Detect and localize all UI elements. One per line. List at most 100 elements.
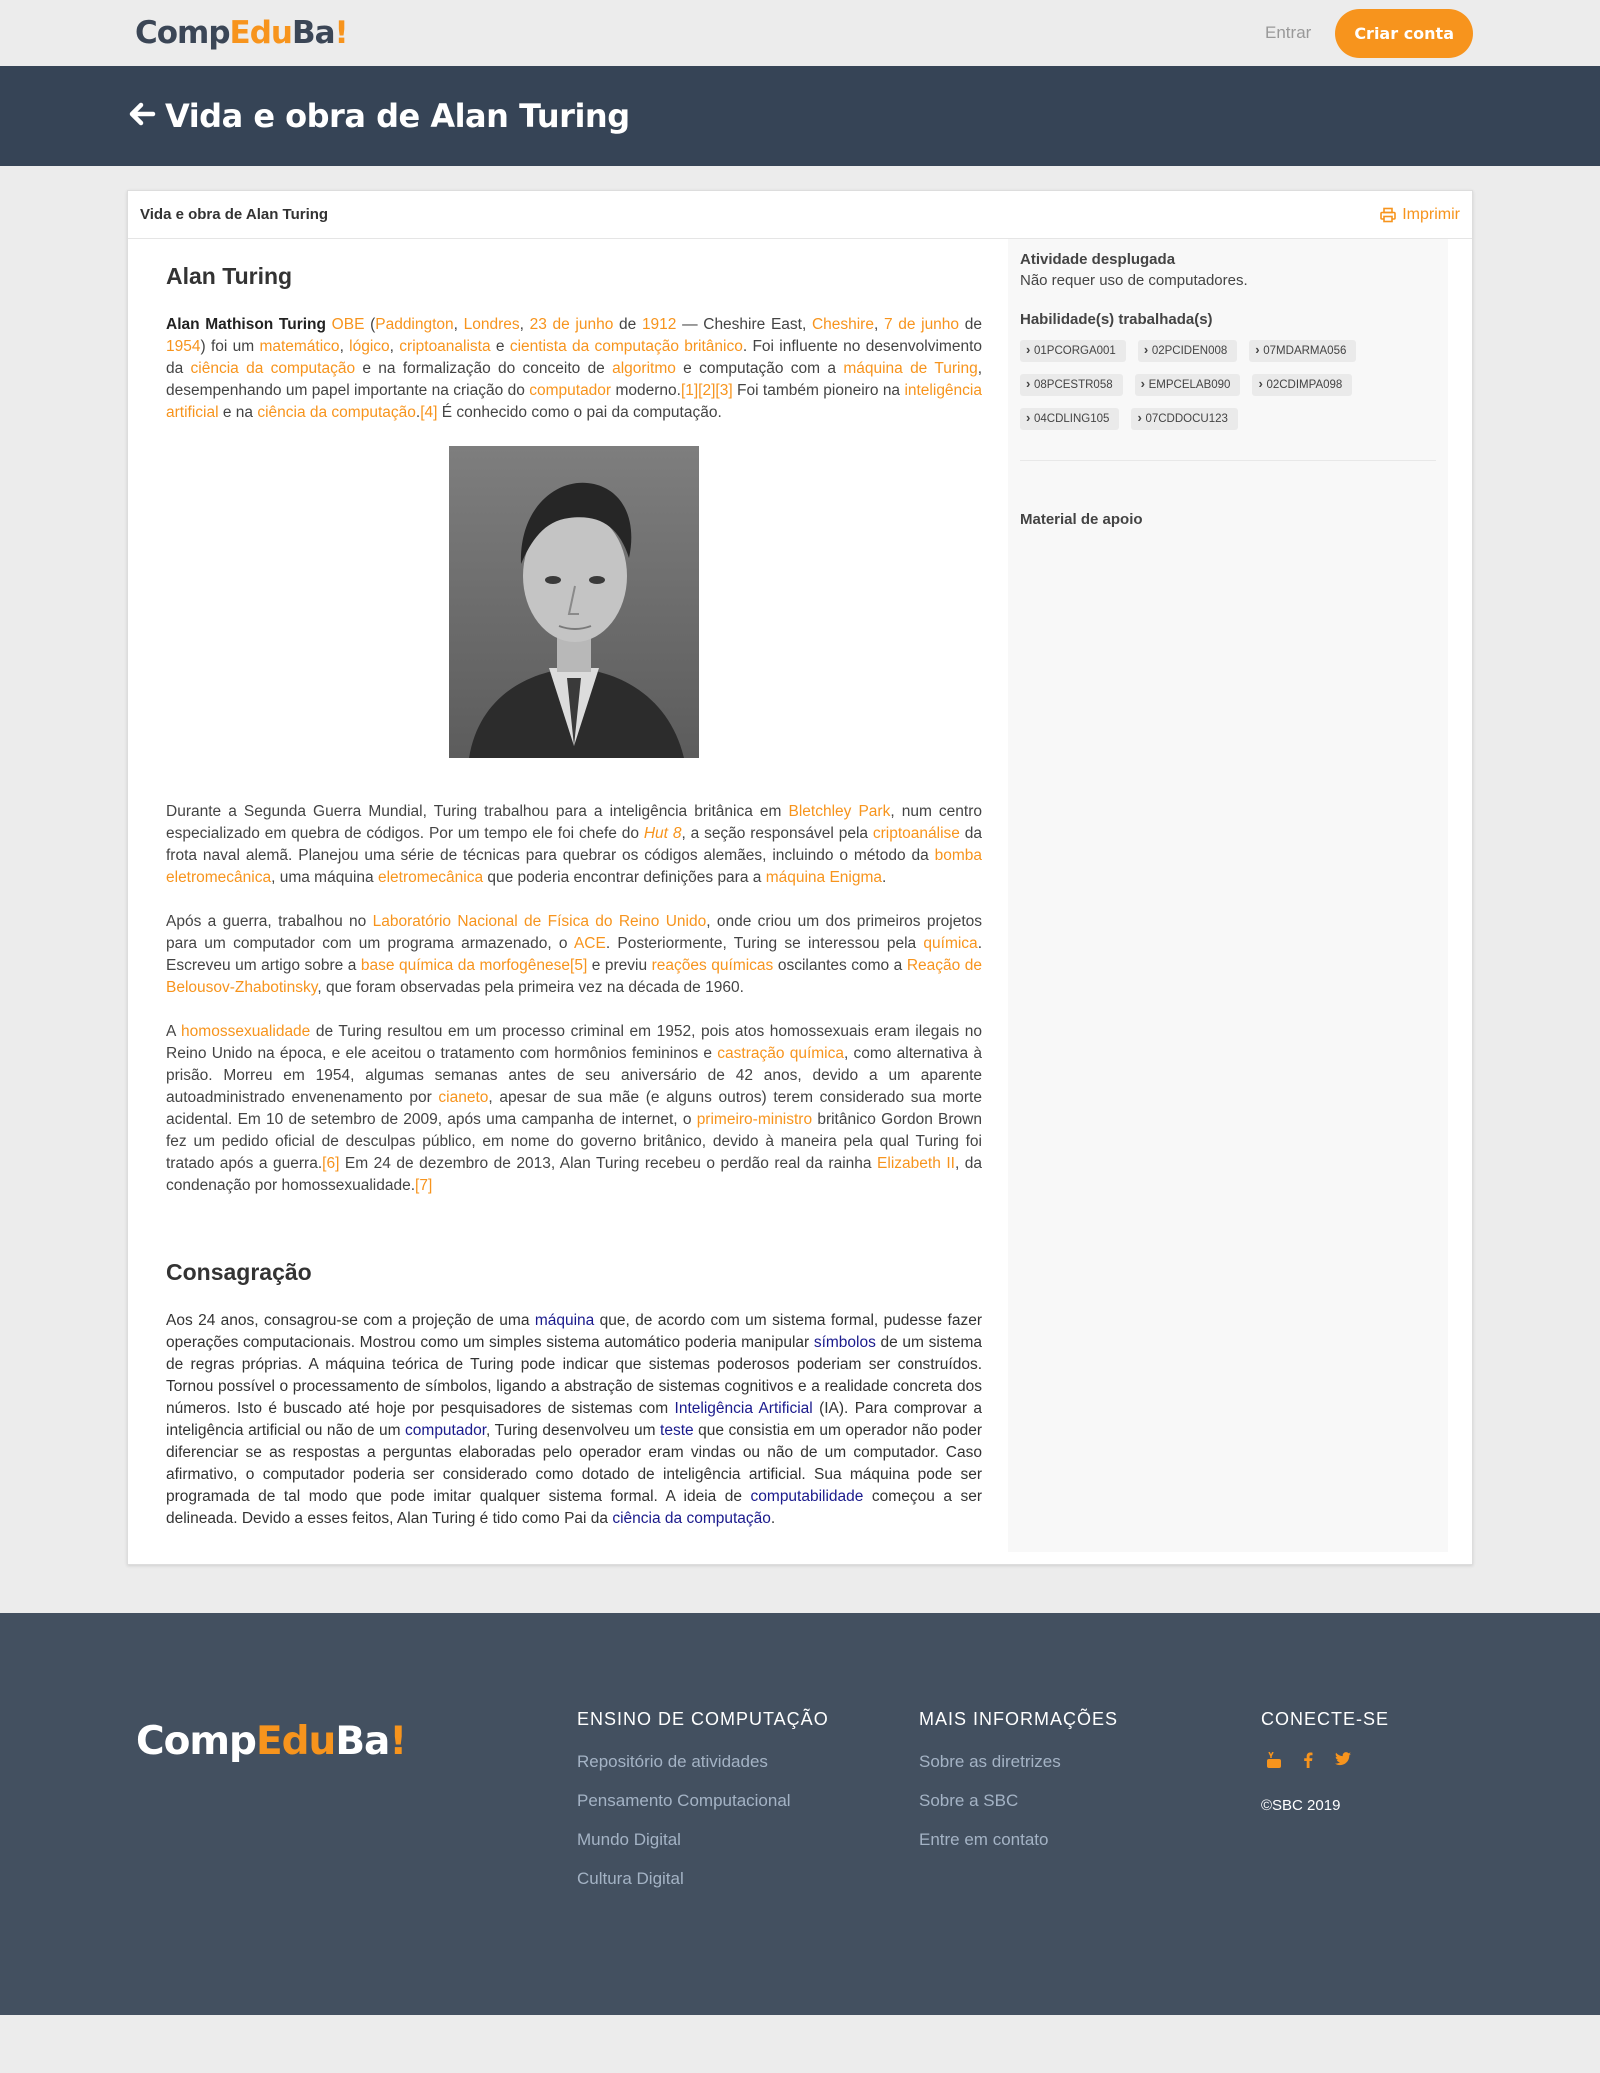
inline-link[interactable]: homossexualidade — [181, 1023, 310, 1040]
text-run: , a seção responsável pela — [681, 825, 873, 842]
inline-link[interactable]: OBE — [332, 316, 365, 333]
logo-part: Edu — [255, 1719, 336, 1764]
inline-link[interactable]: ciência da computação — [191, 360, 356, 377]
inline-link[interactable]: máquina — [535, 1312, 594, 1329]
back-button[interactable] — [127, 99, 157, 134]
skill-tag[interactable]: 04CDLING105 — [1020, 408, 1120, 430]
skill-tag[interactable]: 07MDARMA056 — [1249, 340, 1357, 362]
logo-part: ! — [389, 1719, 407, 1764]
inline-link[interactable]: ciência da computação — [257, 404, 416, 421]
text-run: — Cheshire East, — [676, 316, 812, 333]
inline-link[interactable]: ciência da computação — [612, 1510, 771, 1527]
inline-link[interactable]: matemático — [259, 338, 339, 355]
page-title: Vida e obra de Alan Turing — [165, 97, 630, 135]
inline-link[interactable]: 1954 — [166, 338, 200, 355]
inline-link[interactable]: Bletchley Park — [788, 803, 890, 820]
top-navbar: CompEduBa! Entrar Criar conta — [0, 0, 1600, 66]
inline-link[interactable]: criptoanalista — [399, 338, 490, 355]
footer-link[interactable]: Cultura Digital — [577, 1869, 919, 1889]
text-run: , — [339, 338, 350, 355]
portrait-figure — [166, 446, 982, 763]
signup-button[interactable]: Criar conta — [1335, 8, 1473, 58]
print-button[interactable]: Imprimir — [1380, 206, 1460, 224]
inline-link[interactable]: [5] — [570, 957, 587, 974]
text-run: ( — [364, 316, 376, 333]
skill-tag[interactable]: EMPCELAB090 — [1134, 374, 1241, 396]
inline-link[interactable]: base química da morfogênese — [361, 957, 570, 974]
inline-link[interactable]: algoritmo — [612, 360, 676, 377]
inline-link[interactable]: computador — [405, 1422, 486, 1439]
footer-link[interactable]: Sobre a SBC — [919, 1791, 1261, 1811]
inline-link[interactable]: Laboratório Nacional de Física do Reino … — [373, 913, 707, 930]
inline-link[interactable]: reações químicas — [652, 957, 774, 974]
inline-link[interactable]: primeiro-ministro — [697, 1111, 812, 1128]
inline-link[interactable]: ACE — [574, 935, 606, 952]
footer-link[interactable]: Mundo Digital — [577, 1830, 919, 1850]
text-run: e na formalização do conceito de — [355, 360, 613, 377]
skill-tag[interactable]: 02PCIDEN008 — [1137, 340, 1238, 362]
skill-tag[interactable]: 02CDIMPA098 — [1252, 374, 1353, 396]
logo[interactable]: CompEduBa! — [135, 15, 349, 51]
inline-link[interactable]: teste — [660, 1422, 694, 1439]
arrow-left-icon — [129, 102, 156, 125]
login-link[interactable]: Entrar — [1265, 23, 1311, 43]
footer-col-conecte: CONECTE-SE ©SBC 2019 — [1261, 1709, 1473, 1908]
text-run: , uma máquina — [271, 869, 378, 886]
footer-link[interactable]: Entre em contato — [919, 1830, 1261, 1850]
inline-link[interactable]: [7] — [415, 1177, 432, 1194]
paragraph: Alan Mathison Turing OBE (Paddington, Lo… — [166, 314, 982, 424]
text-run: ) foi um — [200, 338, 260, 355]
inline-link[interactable]: Elizabeth II — [877, 1155, 955, 1172]
text-run: de — [613, 316, 642, 333]
inline-link[interactable]: [6] — [322, 1155, 339, 1172]
printer-icon — [1380, 207, 1397, 222]
text-run: . — [770, 1510, 776, 1527]
inline-link[interactable]: cianeto — [438, 1089, 488, 1106]
inline-link[interactable]: criptoanálise — [873, 825, 960, 842]
text-run: que poderia encontrar definições para a — [483, 869, 766, 886]
inline-link[interactable]: lógico — [349, 338, 390, 355]
social-links — [1261, 1751, 1473, 1773]
inline-link[interactable]: máquina Enigma — [766, 869, 882, 886]
footer-links: Sobre as diretrizes Sobre a SBC Entre em c… — [919, 1752, 1261, 1850]
inline-link[interactable]: computador — [529, 382, 611, 399]
footer-col-title: MAIS INFORMAÇÕES — [919, 1709, 1119, 1729]
inline-link[interactable]: Londres — [464, 316, 520, 333]
inline-link[interactable]: química — [923, 935, 977, 952]
text-run: , — [873, 316, 884, 333]
footer-link[interactable]: Sobre as diretrizes — [919, 1752, 1261, 1772]
inline-link[interactable]: Cheshire — [812, 316, 874, 333]
footer-link[interactable]: Pensamento Computacional — [577, 1791, 919, 1811]
footer-col-ensino: ENSINO DE COMPUTAÇÃO Repositório de ativ… — [577, 1709, 919, 1908]
text-run: É conhecido como o pai da computação. — [437, 404, 722, 421]
text-run: moderno. — [611, 382, 681, 399]
inline-link[interactable]: eletromecânica — [378, 869, 483, 886]
youtube-icon[interactable] — [1267, 1751, 1281, 1773]
inline-link[interactable]: castração química — [717, 1045, 844, 1062]
inline-link[interactable]: computabilidade — [751, 1488, 864, 1505]
inline-link[interactable]: Paddington — [375, 316, 453, 333]
inline-link[interactable]: Inteligência Artificial — [675, 1400, 813, 1417]
twitter-icon[interactable] — [1335, 1752, 1351, 1773]
inline-link[interactable]: 23 de junho — [530, 316, 614, 333]
inline-link[interactable]: [4] — [420, 404, 437, 421]
footer: CompEduBa! ENSINO DE COMPUTAÇÃO Repositó… — [0, 1613, 1600, 2015]
inline-link[interactable]: 7 de junho — [884, 316, 959, 333]
inline-link[interactable]: Hut 8 — [644, 825, 682, 842]
inline-link[interactable]: [1][2][3] — [681, 382, 733, 399]
skill-tag[interactable]: 08PCESTR058 — [1020, 374, 1123, 396]
paragraph: A homossexualidade de Turing resultou em… — [166, 1021, 982, 1197]
inline-link[interactable]: cientista da computação britânico — [510, 338, 743, 355]
inline-link[interactable]: símbolos — [814, 1334, 876, 1351]
skill-tag[interactable]: 07CDDOCU123 — [1131, 408, 1238, 430]
skill-tag[interactable]: 01PCORGA001 — [1020, 340, 1126, 362]
activity-type-label: Atividade desplugada — [1020, 251, 1176, 268]
card-header: Vida e obra de Alan Turing Imprimir — [128, 191, 1472, 239]
text-run: Durante a Segunda Guerra Mundial, Turing… — [166, 803, 789, 820]
inline-link[interactable]: 1912 — [642, 316, 676, 333]
footer-logo: CompEduBa! — [127, 1709, 577, 1908]
footer-link[interactable]: Repositório de atividades — [577, 1752, 919, 1772]
inline-link[interactable]: máquina de Turing — [843, 360, 977, 377]
support-material-label: Material de apoio — [1020, 511, 1143, 528]
facebook-icon[interactable] — [1303, 1752, 1313, 1773]
